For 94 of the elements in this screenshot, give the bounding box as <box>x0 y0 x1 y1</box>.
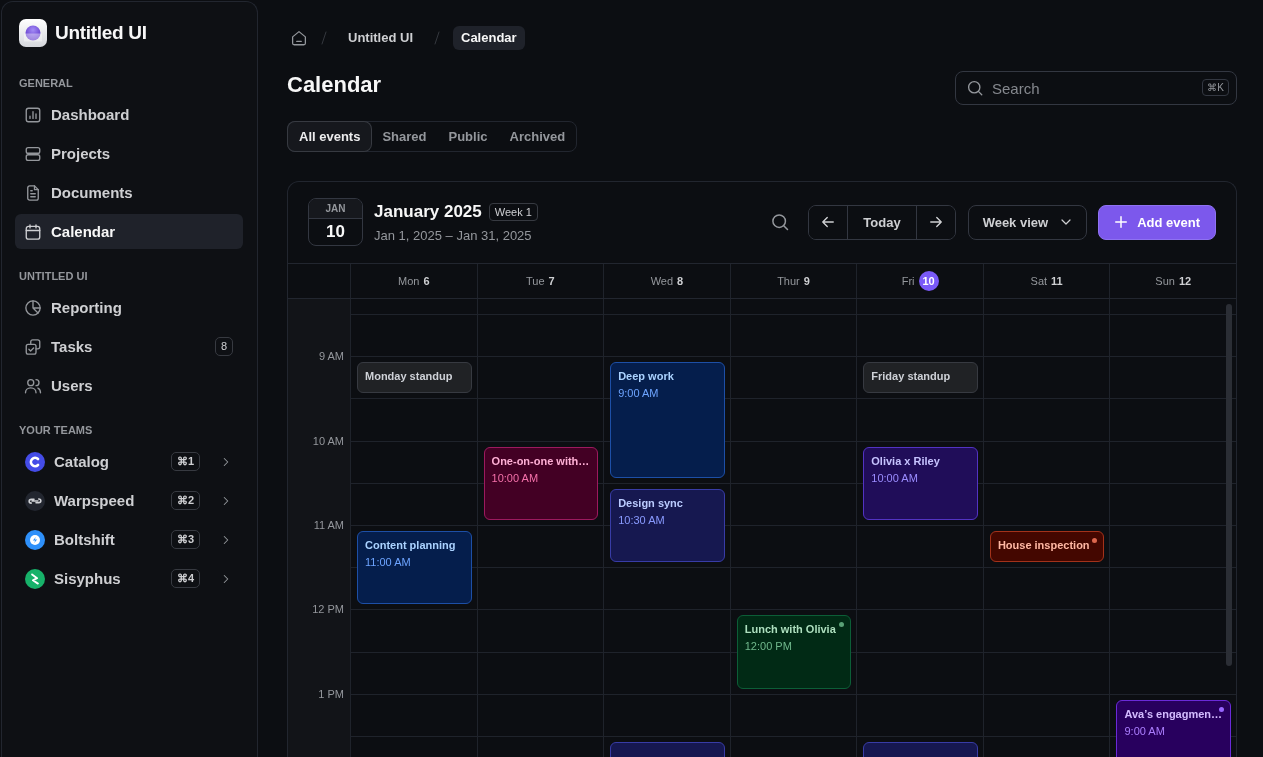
event-title: Lunch with Olivia <box>744 622 836 637</box>
sidebar-item[interactable]: Users <box>15 368 243 403</box>
day-date: 9 <box>803 275 810 287</box>
view-dropdown[interactable]: Week view <box>967 204 1088 240</box>
shortcut-badge: ⌘1 <box>170 452 200 471</box>
event-card[interactable]: Ava’s engagmen… 9:00 AM <box>1116 699 1232 757</box>
home-icon[interactable] <box>290 29 308 47</box>
team-item[interactable]: Catalog ⌘1 <box>15 444 243 479</box>
event-card[interactable]: One-on-one with… 10:00 AM <box>483 446 599 520</box>
day-name: Thur <box>777 275 800 287</box>
bar-chart-icon <box>24 105 42 124</box>
time-label: 12 PM <box>312 602 344 617</box>
sidebar-item[interactable]: Dashboard <box>15 97 243 132</box>
event-time: 9:00 AM <box>1124 723 1165 738</box>
day-date: 8 <box>677 275 684 287</box>
event-card[interactable]: Lunch with Olivia 12:00 PM <box>736 615 852 689</box>
add-event-button[interactable]: Add event <box>1098 204 1216 240</box>
shortcut-badge: ⌘4 <box>170 569 200 588</box>
event-title: Friday standup <box>871 369 951 384</box>
event-time: 10:00 AM <box>871 470 918 485</box>
event-card[interactable]: Deep work 9:00 AM <box>610 362 725 478</box>
search-icon <box>966 79 984 97</box>
document-icon <box>24 183 42 202</box>
time-label: 1 PM <box>318 686 344 701</box>
today-button[interactable]: Today <box>847 205 917 239</box>
sidebar-item[interactable]: Calendar <box>15 214 243 249</box>
event-title: Design sync <box>618 495 683 510</box>
tab[interactable]: Archived <box>498 122 577 151</box>
sidebar-item[interactable]: Reporting <box>15 290 243 325</box>
event-title: One-on-one with… <box>491 453 590 468</box>
week-badge: Week 1 <box>488 202 538 221</box>
tab[interactable]: All events <box>288 122 372 151</box>
sidebar-item[interactable]: Documents <box>15 175 243 210</box>
event-card[interactable]: Olivia x Riley 10:00 AM <box>863 446 978 520</box>
count-badge: 8 <box>214 337 233 356</box>
page-title: Calendar <box>287 72 382 98</box>
day-name: Tue <box>526 275 545 287</box>
pie-chart-icon <box>24 298 42 317</box>
scrollbar-thumb[interactable] <box>1226 304 1232 666</box>
shortcut-badge: ⌘K <box>1202 79 1229 96</box>
event-title: Ava’s engagmen… <box>1124 706 1223 721</box>
search-icon <box>770 212 791 232</box>
sidebar-item[interactable]: Tasks 8 <box>15 329 243 364</box>
breadcrumb-current[interactable]: Calendar <box>453 26 525 50</box>
section-label: YOUR TEAMS <box>18 423 93 437</box>
breadcrumb-link[interactable]: Untitled UI <box>340 26 421 50</box>
sidebar-item[interactable]: Projects <box>15 136 243 171</box>
day-name: Sun <box>1155 275 1175 287</box>
event-title: Content planning <box>365 537 456 552</box>
event-card[interactable]: Content planning 11:00 AM <box>357 530 472 605</box>
date-range: Jan 1, 2025 – Jan 31, 2025 <box>374 227 533 243</box>
section-label: UNTITLED UI <box>18 269 88 283</box>
day-name: Sat <box>1030 275 1048 287</box>
users-icon <box>24 376 42 395</box>
calendar-icon <box>24 222 42 241</box>
team-item[interactable]: Warpspeed ⌘2 <box>15 483 243 518</box>
event-card[interactable]: Monday standup <box>357 362 472 394</box>
event-time: 10:00 AM <box>491 470 539 485</box>
day-date: 11 <box>1051 275 1063 287</box>
shortcut-badge: ⌘3 <box>170 530 200 549</box>
date-badge-day: 10 <box>309 219 362 245</box>
event-card[interactable]: Design sync 10:30 AM <box>610 488 725 563</box>
team-item[interactable]: Sisyphus ⌘4 <box>15 561 243 596</box>
tab[interactable]: Shared <box>371 122 438 151</box>
calendar-title: January 2025 <box>374 201 482 222</box>
day-date: 6 <box>423 275 430 287</box>
shortcut-badge: ⌘2 <box>170 491 200 510</box>
day-name: Mon <box>398 275 420 287</box>
day-date: 10 <box>918 271 939 291</box>
tab[interactable]: Public <box>437 122 499 151</box>
logo-icon <box>19 19 47 47</box>
event-title: Monday standup <box>365 369 453 384</box>
time-label: 11 AM <box>313 517 344 532</box>
day-date: 12 <box>1178 275 1192 287</box>
event-card[interactable]: Friday standup <box>863 362 978 394</box>
event-time: 12:00 PM <box>744 639 792 654</box>
event-title: Olivia x Riley <box>871 453 940 468</box>
day-name: Fri <box>901 275 915 287</box>
event-title: Deep work <box>618 369 674 384</box>
event-title: House inspection <box>997 537 1090 552</box>
day-name: Wed <box>650 275 674 287</box>
event-time: 11:00 AM <box>365 554 411 569</box>
brand-name: Untitled UI <box>55 22 147 44</box>
check-squares-icon <box>24 337 42 356</box>
stacked-rows-icon <box>24 144 42 163</box>
section-label: GENERAL <box>18 76 73 90</box>
event-card[interactable]: House inspection <box>989 530 1105 563</box>
event-time: 10:30 AM <box>618 512 665 527</box>
event-time: 9:00 AM <box>618 386 659 401</box>
time-label: 10 AM <box>312 433 344 448</box>
time-label: 9 AM <box>318 349 344 364</box>
day-date: 7 <box>548 275 555 287</box>
date-badge-month: JAN <box>309 199 362 219</box>
team-item[interactable]: Boltshift ⌘3 <box>15 522 243 557</box>
